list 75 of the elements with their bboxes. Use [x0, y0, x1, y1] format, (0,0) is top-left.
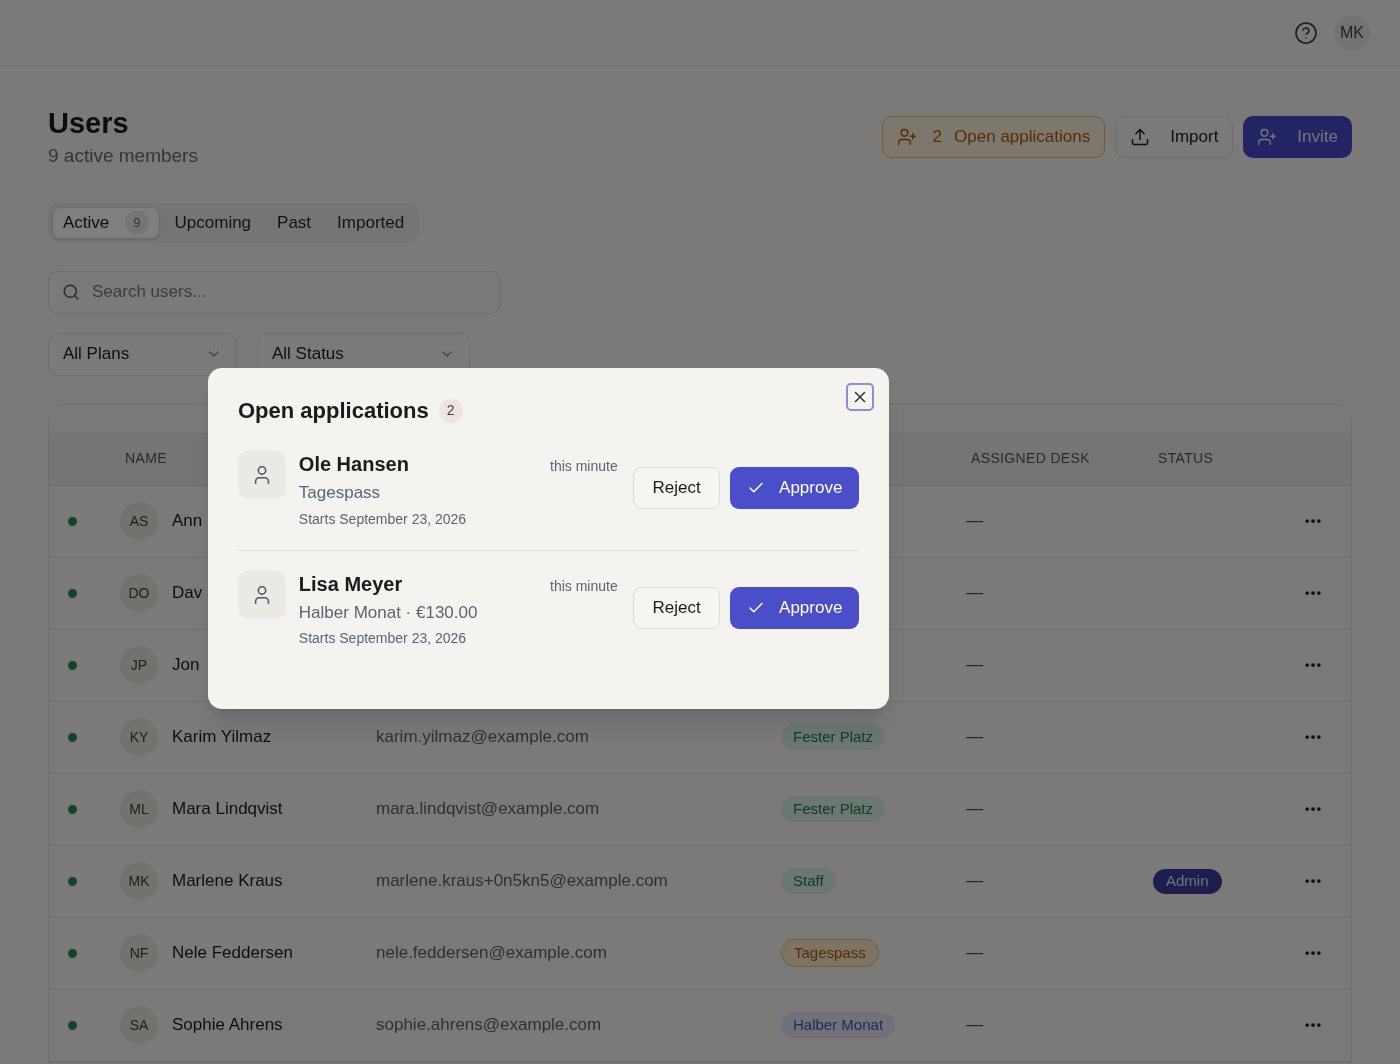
- user-plus-icon: [1257, 127, 1278, 147]
- applied-time: this minute: [549, 576, 618, 596]
- applicant-name: Ole Hansen: [298, 452, 410, 477]
- desk-value: —: [966, 727, 983, 747]
- applicant-plan: Halber Monat · €130.00: [298, 601, 479, 624]
- tab[interactable]: Past: [266, 206, 323, 239]
- user-avatar: KY: [120, 718, 158, 756]
- user-avatar: JP: [120, 646, 158, 684]
- column-header: ASSIGNED DESK: [971, 450, 1090, 466]
- desk-value: —: [966, 799, 983, 819]
- page-title: Users: [48, 106, 130, 140]
- dialog-title: Open applications: [238, 397, 429, 425]
- user-name: Ann: [172, 511, 203, 531]
- applications-count: 2: [932, 126, 943, 149]
- user-email: sophie.ahrens@example.com: [376, 1015, 602, 1035]
- desk-value: —: [966, 943, 983, 963]
- reject-button[interactable]: Reject: [632, 467, 721, 509]
- count-badge: 2: [438, 398, 463, 423]
- user-avatar: ML: [120, 790, 158, 828]
- desk-value: —: [966, 511, 983, 531]
- approve-button[interactable]: Approve: [730, 467, 859, 509]
- help-icon[interactable]: [1294, 20, 1318, 45]
- user-avatar: MK: [120, 862, 158, 900]
- approve-button[interactable]: Approve: [730, 586, 859, 629]
- user-avatar: NF: [120, 934, 158, 972]
- start-date: Starts September 23, 2026: [298, 629, 468, 648]
- column-header: NAME: [125, 450, 167, 466]
- invite-button[interactable]: Invite: [1243, 116, 1352, 158]
- role-tag: Admin: [1153, 869, 1222, 894]
- user-avatar: AS: [120, 502, 158, 540]
- user-name: Karim Yilmaz: [172, 727, 272, 747]
- user-email: marlene.kraus+0n5kn5@example.com: [376, 871, 668, 891]
- user-avatar[interactable]: MK: [1334, 14, 1370, 51]
- tab[interactable]: Upcoming: [163, 206, 263, 239]
- plan-tag: Tagespass: [781, 938, 879, 968]
- upload-icon: [1130, 127, 1151, 147]
- plan-tag: Staff: [781, 867, 836, 895]
- tab[interactable]: Imported: [326, 206, 416, 239]
- close-button[interactable]: [846, 383, 874, 411]
- tab-count: 9: [125, 210, 149, 235]
- applied-time: this minute: [549, 457, 618, 476]
- user-name: Mara Lindqvist: [172, 799, 283, 819]
- search-icon: [62, 282, 80, 301]
- user-plus-icon: [896, 127, 917, 147]
- desk-value: —: [966, 655, 983, 675]
- reject-button[interactable]: Reject: [632, 586, 721, 629]
- plan-tag: Halber Monat: [781, 1011, 896, 1039]
- filter-select[interactable]: All Plans: [48, 332, 237, 376]
- user-name: Sophie Ahrens: [172, 1015, 283, 1035]
- user-name: Dav: [172, 583, 203, 603]
- user-email: mara.lindqvist@example.com: [376, 799, 600, 819]
- page-subtitle: 9 active members: [48, 144, 198, 168]
- user-avatar: DO: [120, 574, 158, 612]
- user-email: nele.feddersen@example.com: [376, 943, 607, 963]
- plan-tag: Fester Platz: [781, 795, 886, 823]
- open-applications-button[interactable]: 2 Open applications: [881, 116, 1106, 158]
- user-email: karim.yilmaz@example.com: [376, 727, 589, 747]
- user-name: Marlene Kraus: [172, 871, 283, 891]
- applicant-plan: Tagespass: [298, 482, 382, 504]
- applicant-avatar: [238, 570, 286, 619]
- user-avatar: SA: [120, 1006, 158, 1044]
- search-field[interactable]: Search users...: [48, 270, 501, 314]
- applicant-name: Lisa Meyer: [298, 571, 404, 597]
- desk-value: —: [966, 583, 983, 603]
- column-header: STATUS: [1158, 449, 1214, 468]
- tab[interactable]: Active 9: [52, 206, 160, 239]
- applicant-avatar: [238, 451, 286, 499]
- start-date: Starts September 23, 2026: [298, 509, 468, 529]
- desk-value: —: [966, 1015, 983, 1035]
- user-name: Jon: [172, 655, 200, 675]
- applications-label: Open applications: [954, 126, 1091, 149]
- desk-value: —: [966, 871, 983, 891]
- plan-tag: Fester Platz: [781, 723, 886, 751]
- import-button[interactable]: Import: [1115, 116, 1234, 158]
- user-name: Nele Feddersen: [172, 943, 293, 963]
